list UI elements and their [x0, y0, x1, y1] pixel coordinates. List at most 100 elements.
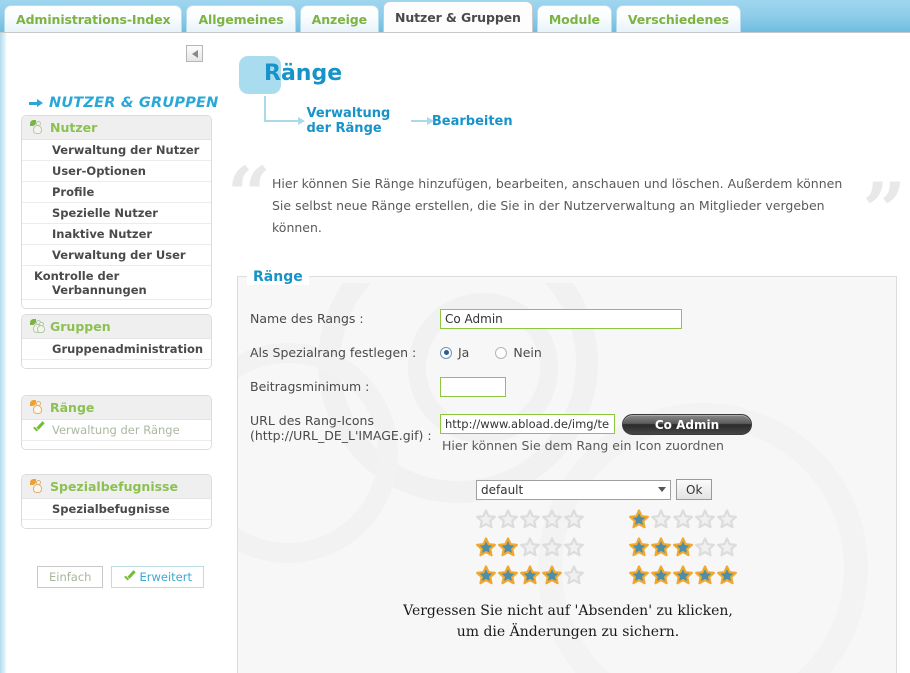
sidebar-item-label: Inaktive Nutzer	[52, 227, 153, 241]
mode-button-label: Einfach	[49, 570, 92, 584]
star-icon	[717, 509, 737, 529]
star-icon	[476, 565, 496, 585]
arrow-right-icon	[411, 117, 434, 126]
radio-nein[interactable]	[495, 346, 508, 359]
sidebar-collapse-button[interactable]	[186, 45, 203, 62]
sidebar-title: NUTZER & GRUPPEN	[29, 95, 218, 111]
sidebar-group-footer	[22, 360, 211, 368]
sidebar-item-gruppenadministration[interactable]: Gruppenadministration	[22, 339, 211, 360]
sidebar-item-label: Verwaltung der Ränge	[52, 423, 180, 437]
icon-set-select-value: default	[481, 482, 524, 497]
star-option-2[interactable]	[476, 533, 601, 561]
page-body: NUTZER & GRUPPEN Nutzer Verwaltung der N…	[0, 32, 910, 673]
star-option-5[interactable]	[629, 561, 754, 589]
tab-allgemeines[interactable]: Allgemeines	[186, 5, 296, 32]
sidebar-group-header: Gruppen	[22, 315, 211, 339]
sidebar-item-user-optionen[interactable]: User-Optionen	[22, 161, 211, 182]
tab-label: Allgemeines	[198, 11, 284, 27]
tab-label: Module	[548, 11, 600, 27]
ok-button[interactable]: Ok	[676, 479, 713, 500]
sidebar-group-footer	[22, 300, 211, 308]
check-icon	[123, 572, 136, 583]
sidebar-item-verwaltung-der-raenge[interactable]: Verwaltung der Ränge	[22, 420, 211, 441]
tab-label: Anzeige	[311, 11, 367, 27]
sidebar-group-header: Ränge	[22, 396, 211, 420]
star-option-1[interactable]	[629, 505, 754, 533]
min-posts-input[interactable]	[440, 377, 506, 397]
sidebar-item-label: Spezialbefugnisse	[52, 502, 170, 516]
star-option-3[interactable]	[629, 533, 754, 561]
icon-url-input[interactable]	[440, 414, 615, 434]
star-icon	[651, 537, 671, 557]
mode-button-erweitert[interactable]: Erweitert	[111, 566, 204, 588]
quote-close-icon: ”	[862, 166, 906, 255]
mode-button-einfach[interactable]: Einfach	[37, 566, 104, 588]
radio-ja[interactable]	[440, 346, 452, 359]
sidebar-item-label: Profile	[52, 185, 95, 199]
star-icon	[629, 537, 649, 557]
breadcrumb-item-verwaltung[interactable]: Verwaltung der Ränge	[306, 106, 405, 136]
sidebar-group-label: Gruppen	[50, 319, 111, 334]
sidebar-item-verwaltung-der-nutzer[interactable]: Verwaltung der Nutzer	[22, 140, 211, 161]
sidebar-item-label: Verwaltung der Nutzer	[52, 143, 200, 157]
main-tab-bar: Administrations-Index Allgemeines Anzeig…	[0, 0, 910, 32]
rank-name-label: Name des Rangs :	[250, 311, 364, 326]
collapse-left-icon	[191, 49, 198, 58]
tab-verschiedenes[interactable]: Verschiedenes	[615, 5, 741, 32]
tab-module[interactable]: Module	[536, 5, 612, 32]
sidebar-item-label: Kontrolle der Verbannungen	[34, 269, 147, 297]
ranks-form-panel: Name des Rangs : Als Spezialrang festleg…	[237, 283, 897, 673]
sidebar-mode-switch: Einfach Erweitert	[37, 566, 204, 588]
star-icon	[498, 509, 518, 529]
check-icon	[32, 423, 45, 434]
breadcrumb-item-bearbeiten[interactable]: Bearbeiten	[432, 114, 513, 129]
star-icon	[564, 565, 584, 585]
sidebar-group-header: Nutzer	[22, 116, 211, 140]
sidebar-item-verwaltung-der-user[interactable]: Verwaltung der User	[22, 245, 211, 266]
icon-url-hint: Hier können Sie dem Rang ein Icon zuordn…	[442, 438, 724, 453]
star-icon	[476, 509, 496, 529]
star-icon	[564, 537, 584, 557]
rank-icon	[30, 400, 45, 415]
star-option-0[interactable]	[476, 505, 601, 533]
arrow-right-icon	[292, 117, 306, 126]
star-option-4[interactable]	[476, 561, 601, 589]
sidebar-item-label: User-Optionen	[52, 164, 146, 178]
sidebar: NUTZER & GRUPPEN Nutzer Verwaltung der N…	[7, 33, 225, 673]
star-icon	[629, 509, 649, 529]
star-icon	[542, 565, 562, 585]
description-text: Hier können Sie Ränge hinzufügen, bearbe…	[272, 176, 843, 235]
sidebar-item-inaktive-nutzer[interactable]: Inaktive Nutzer	[22, 224, 211, 245]
tab-nutzer-gruppen[interactable]: Nutzer & Gruppen	[382, 1, 533, 32]
icon-url-label-line2: (http://URL_DE_L'IMAGE.gif) :	[250, 428, 432, 443]
description-block: “ ” Hier können Sie Ränge hinzufügen, be…	[225, 151, 910, 249]
rank-name-input[interactable]	[440, 309, 682, 329]
tab-anzeige[interactable]: Anzeige	[299, 5, 379, 32]
sidebar-title-label: NUTZER & GRUPPEN	[49, 95, 219, 111]
rank-badge-preview: Co Admin	[622, 414, 752, 435]
sidebar-item-spezielle-nutzer[interactable]: Spezielle Nutzer	[22, 203, 211, 224]
star-icon	[520, 509, 540, 529]
sidebar-item-profile[interactable]: Profile	[22, 182, 211, 203]
star-rating-grid	[476, 505, 754, 589]
sidebar-item-spezialbefugnisse[interactable]: Spezialbefugnisse	[22, 499, 211, 520]
tab-administrations-index[interactable]: Administrations-Index	[4, 5, 183, 32]
sidebar-group-footer	[22, 441, 211, 449]
star-icon	[651, 509, 671, 529]
sidebar-group-nutzer: Nutzer Verwaltung der Nutzer User-Option…	[21, 115, 212, 309]
icon-set-select[interactable]: default	[476, 479, 671, 500]
sidebar-item-label: Gruppenadministration	[52, 342, 204, 356]
field-row-special-rank: Als Spezialrang festlegen : Ja Nein	[250, 345, 542, 360]
star-icon	[629, 565, 649, 585]
app-root: Administrations-Index Allgemeines Anzeig…	[0, 0, 910, 673]
star-icon	[717, 537, 737, 557]
star-icon	[520, 565, 540, 585]
star-icon	[498, 565, 518, 585]
left-rail	[0, 33, 7, 673]
star-icon	[564, 509, 584, 529]
sidebar-item-label: Verwaltung der User	[52, 248, 186, 262]
user-icon	[30, 120, 45, 135]
tab-label: Administrations-Index	[16, 11, 171, 27]
sidebar-item-kontrolle-der-verbannungen[interactable]: Kontrolle der Verbannungen	[22, 266, 211, 300]
sidebar-group-footer	[22, 520, 211, 528]
